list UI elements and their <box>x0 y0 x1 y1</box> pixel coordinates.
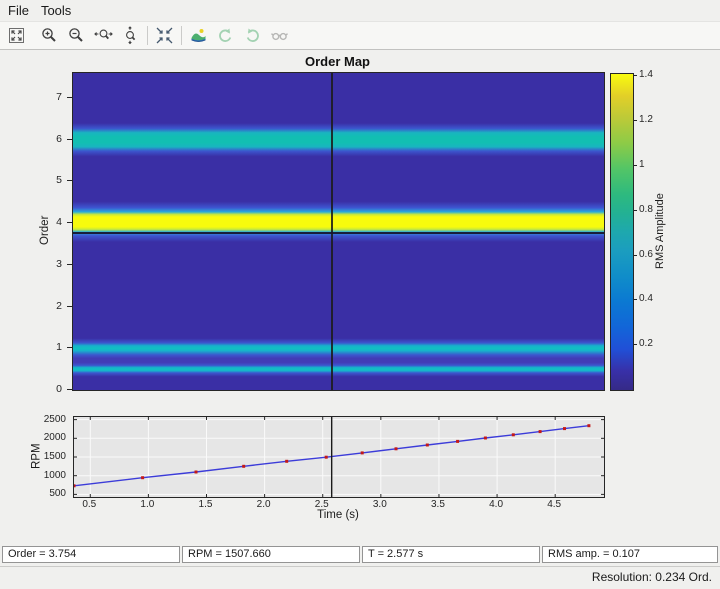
order-tick-label: 1 <box>56 341 62 354</box>
zoom-out-icon <box>67 26 86 45</box>
colorbar-tick-label: 1 <box>639 158 645 170</box>
order-tick-mark <box>67 222 72 224</box>
menu-file[interactable]: File <box>8 3 29 18</box>
order-tick-label: 0 <box>56 383 62 395</box>
colorbar-tick-label: 1.4 <box>639 69 653 81</box>
fit-to-window-icon <box>7 26 26 45</box>
rpm-data-marker <box>285 459 289 463</box>
order-tick-label: 7 <box>56 91 62 104</box>
rotate-right-button[interactable] <box>239 24 266 47</box>
order-tick-mark <box>67 389 72 390</box>
colorbar-tick-mark <box>633 75 637 77</box>
rpm-data-marker <box>456 439 460 443</box>
rpm-tick-label: 2500 <box>43 413 66 425</box>
status-time: T = 2.577 s <box>362 546 540 563</box>
time-axis-label: Time (s) <box>317 509 359 521</box>
toolbar-separator <box>147 26 148 45</box>
fit-to-window-button[interactable] <box>3 24 30 47</box>
rpm-data-marker <box>72 484 76 488</box>
colormap-icon <box>189 26 208 45</box>
3d-glasses-icon <box>270 26 289 45</box>
toolbar-separator <box>181 26 182 45</box>
status-order: Order = 3.754 <box>2 546 180 563</box>
zoom-out-button[interactable] <box>63 24 90 47</box>
rpm-plot[interactable] <box>72 416 605 498</box>
colorbar-tick-mark <box>633 209 637 211</box>
rpm-tick-label: 500 <box>49 488 66 500</box>
order-map-plot[interactable] <box>72 72 605 391</box>
rpm-data-marker <box>587 424 591 428</box>
rotate-left-button[interactable] <box>212 24 239 47</box>
order-tick-mark <box>67 347 72 349</box>
colorbar-tick-label: 0.8 <box>639 203 653 215</box>
fit-data-icon <box>155 26 174 45</box>
colorbar-tick-mark <box>633 299 637 301</box>
order-axis-ticks: 0 1 2 3 4 5 6 7 <box>0 72 72 395</box>
zoom-in-icon <box>40 26 59 45</box>
rpm-tick-label: 1500 <box>43 451 66 462</box>
rotate-right-icon <box>243 26 262 45</box>
colorbar-tick-label: 0.2 <box>639 338 653 350</box>
3d-view-button[interactable] <box>266 24 293 47</box>
order-tick-mark <box>67 138 72 140</box>
order-tick-label: 5 <box>56 174 62 187</box>
rpm-data-marker <box>425 443 429 447</box>
colorbar-label: RMS Amplitude <box>654 193 666 269</box>
menu-tools[interactable]: Tools <box>41 3 71 18</box>
status-rms: RMS amp. = 0.107 <box>542 546 718 563</box>
fit-data-button[interactable] <box>151 24 178 47</box>
rpm-tick-label: 1000 <box>43 469 66 481</box>
rpm-axis-ticks: 500 1000 1500 2000 2500 <box>0 413 70 500</box>
rpm-data-marker <box>360 451 364 455</box>
order-tick-mark <box>67 97 72 99</box>
colorbar-tick-label: 0.4 <box>639 293 653 305</box>
colorbar-tick-mark <box>633 120 637 122</box>
order-cursor-line[interactable] <box>73 232 604 235</box>
order-tick-mark <box>67 263 72 265</box>
rpm-data-marker <box>194 470 198 474</box>
order-tick-label: 3 <box>56 257 62 270</box>
rpm-data-marker <box>141 476 145 480</box>
zoom-y-icon <box>121 26 140 45</box>
colorbar[interactable] <box>610 73 634 391</box>
order-tick-label: 2 <box>56 299 62 312</box>
order-tick-label: 6 <box>56 132 62 145</box>
rpm-data-marker <box>324 455 328 459</box>
colorbar-tick-mark <box>633 164 637 166</box>
status-rpm: RPM = 1507.660 <box>182 546 360 563</box>
colorbar-tick-mark <box>633 254 637 256</box>
rpm-data-marker <box>483 436 487 440</box>
colormap-button[interactable] <box>185 24 212 47</box>
rpm-data-marker <box>511 433 515 437</box>
rpm-data-marker <box>394 447 398 451</box>
rpm-data-marker <box>538 430 542 434</box>
page-title: Order Map <box>304 54 370 69</box>
zoom-y-button[interactable] <box>117 24 144 47</box>
resolution-status: Resolution: 0.234 Ord. <box>0 566 720 589</box>
rpm-data-marker <box>242 464 246 468</box>
zoom-in-button[interactable] <box>36 24 63 47</box>
menu-bar: File Tools <box>0 0 720 21</box>
order-analysis-window: File Tools Order Map Order 0 1 2 3 4 5 6… <box>0 0 720 589</box>
toolbar <box>0 21 720 50</box>
zoom-x-button[interactable] <box>90 24 117 47</box>
order-tick-label: 4 <box>56 216 62 229</box>
colorbar-tick-label: 1.2 <box>639 114 653 126</box>
colorbar-tick-mark <box>633 344 637 346</box>
colorbar-tick-label: 0.6 <box>639 248 653 260</box>
order-tick-mark <box>67 180 72 182</box>
rpm-tick-label: 2000 <box>43 432 66 444</box>
zoom-x-icon <box>94 26 113 45</box>
order-tick-mark <box>67 305 72 307</box>
rpm-data-marker <box>563 427 566 431</box>
rotate-left-icon <box>216 26 235 45</box>
